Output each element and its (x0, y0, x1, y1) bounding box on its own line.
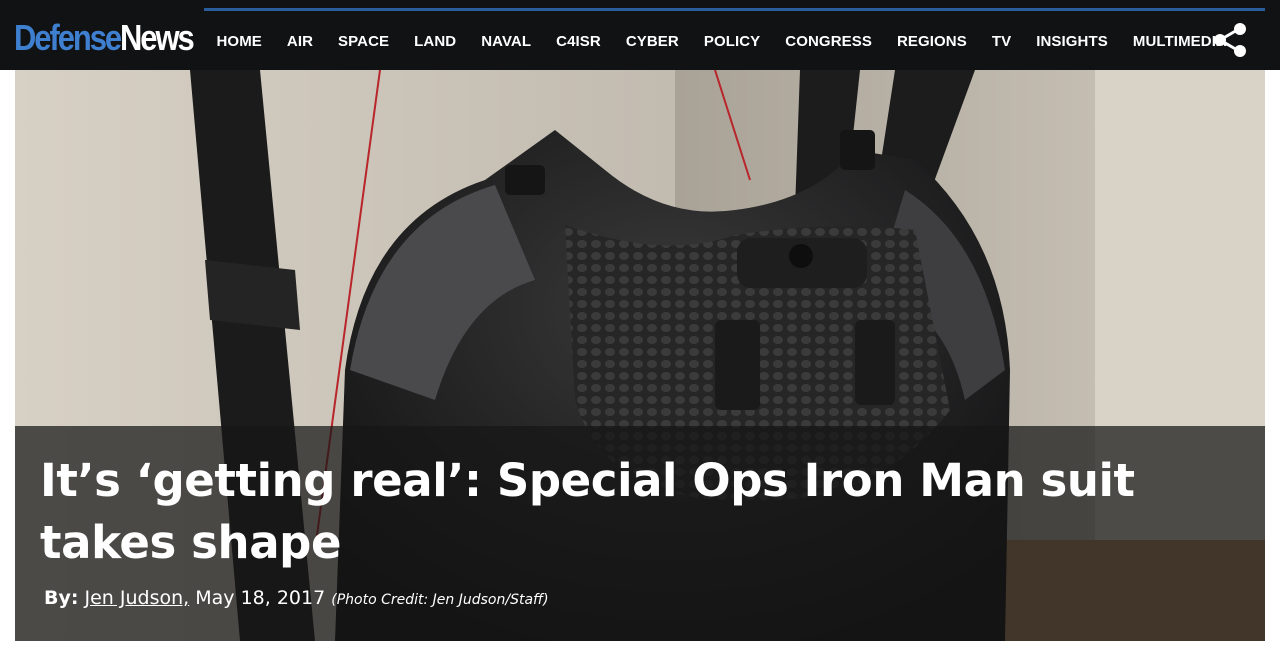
header-accent-line (204, 8, 1265, 11)
nav-regions[interactable]: REGIONS (884, 33, 979, 50)
nav-tv[interactable]: TV (979, 33, 1023, 50)
hero-image-container: It’s ‘getting real’: Special Ops Iron Ma… (15, 70, 1265, 641)
nav-policy[interactable]: POLICY (691, 33, 772, 50)
nav-air[interactable]: AIR (274, 33, 325, 50)
nav-space[interactable]: SPACE (326, 33, 402, 50)
publish-date: May 18, 2017 (195, 587, 326, 609)
photo-credit: (Photo Credit: Jen Judson/Staff) (331, 592, 549, 608)
byline: By: Jen Judson, May 18, 2017 (Photo Cred… (44, 587, 549, 609)
byline-prefix: By: (44, 587, 79, 609)
logo-news: News (120, 17, 195, 58)
nav-naval[interactable]: NAVAL (469, 33, 544, 50)
nav-home[interactable]: HOME (204, 33, 274, 50)
logo-defense: Defense (14, 17, 122, 58)
nav-insights[interactable]: INSIGHTS (1024, 33, 1121, 50)
nav-cyber[interactable]: CYBER (613, 33, 691, 50)
site-logo[interactable]: DefenseNews (14, 17, 195, 59)
main-nav: HOME AIR SPACE LAND NAVAL C4ISR CYBER PO… (204, 14, 1239, 68)
site-header: DefenseNews HOME AIR SPACE LAND NAVAL C4… (0, 0, 1280, 70)
author-link[interactable]: Jen Judson, (85, 587, 190, 609)
share-icon[interactable] (1212, 22, 1250, 58)
nav-c4isr[interactable]: C4ISR (544, 33, 614, 50)
nav-congress[interactable]: CONGRESS (773, 33, 885, 50)
page-background-strip (0, 641, 1280, 649)
nav-land[interactable]: LAND (402, 33, 469, 50)
article-headline: It’s ‘getting real’: Special Ops Iron Ma… (40, 454, 1135, 569)
